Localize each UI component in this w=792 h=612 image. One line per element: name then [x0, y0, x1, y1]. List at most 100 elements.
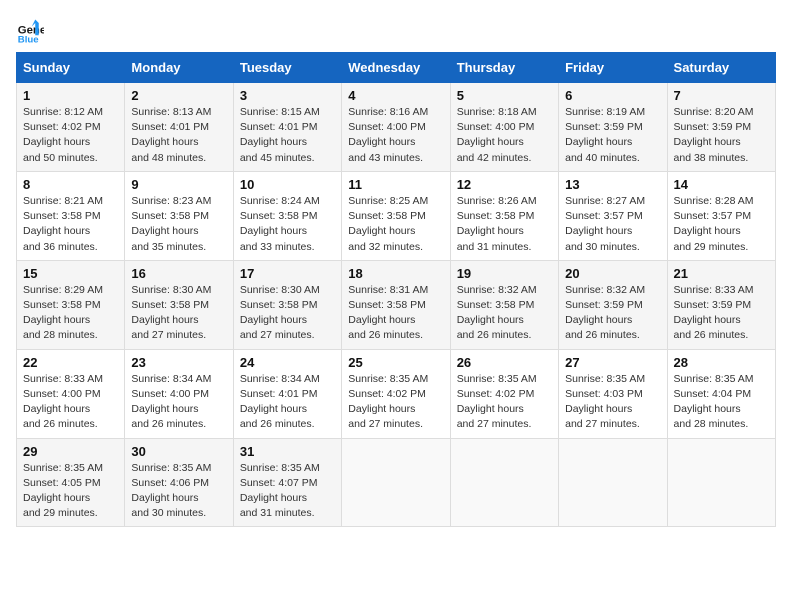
day-detail: Sunrise: 8:26 AM Sunset: 3:58 PM Dayligh…	[457, 194, 552, 255]
weekday-header-tuesday: Tuesday	[233, 53, 341, 83]
day-detail: Sunrise: 8:15 AM Sunset: 4:01 PM Dayligh…	[240, 105, 335, 166]
weekday-header-monday: Monday	[125, 53, 233, 83]
weekday-header-wednesday: Wednesday	[342, 53, 450, 83]
day-number: 15	[23, 266, 118, 281]
calendar-cell: 2 Sunrise: 8:13 AM Sunset: 4:01 PM Dayli…	[125, 83, 233, 172]
calendar-cell: 3 Sunrise: 8:15 AM Sunset: 4:01 PM Dayli…	[233, 83, 341, 172]
calendar-cell: 22 Sunrise: 8:33 AM Sunset: 4:00 PM Dayl…	[17, 349, 125, 438]
day-number: 14	[674, 177, 769, 192]
day-number: 16	[131, 266, 226, 281]
day-number: 6	[565, 88, 660, 103]
day-detail: Sunrise: 8:27 AM Sunset: 3:57 PM Dayligh…	[565, 194, 660, 255]
day-detail: Sunrise: 8:33 AM Sunset: 4:00 PM Dayligh…	[23, 372, 118, 433]
calendar-cell: 13 Sunrise: 8:27 AM Sunset: 3:57 PM Dayl…	[559, 171, 667, 260]
day-detail: Sunrise: 8:30 AM Sunset: 3:58 PM Dayligh…	[131, 283, 226, 344]
calendar-cell: 30 Sunrise: 8:35 AM Sunset: 4:06 PM Dayl…	[125, 438, 233, 527]
calendar-week-row: 29 Sunrise: 8:35 AM Sunset: 4:05 PM Dayl…	[17, 438, 776, 527]
page-header: Gene Blue	[16, 16, 776, 44]
calendar-cell: 23 Sunrise: 8:34 AM Sunset: 4:00 PM Dayl…	[125, 349, 233, 438]
calendar-week-row: 15 Sunrise: 8:29 AM Sunset: 3:58 PM Dayl…	[17, 260, 776, 349]
day-detail: Sunrise: 8:23 AM Sunset: 3:58 PM Dayligh…	[131, 194, 226, 255]
day-number: 19	[457, 266, 552, 281]
calendar-cell: 24 Sunrise: 8:34 AM Sunset: 4:01 PM Dayl…	[233, 349, 341, 438]
calendar-cell: 6 Sunrise: 8:19 AM Sunset: 3:59 PM Dayli…	[559, 83, 667, 172]
calendar-cell: 14 Sunrise: 8:28 AM Sunset: 3:57 PM Dayl…	[667, 171, 775, 260]
calendar-cell	[667, 438, 775, 527]
day-detail: Sunrise: 8:19 AM Sunset: 3:59 PM Dayligh…	[565, 105, 660, 166]
calendar-cell: 21 Sunrise: 8:33 AM Sunset: 3:59 PM Dayl…	[667, 260, 775, 349]
day-number: 7	[674, 88, 769, 103]
day-detail: Sunrise: 8:20 AM Sunset: 3:59 PM Dayligh…	[674, 105, 769, 166]
calendar-table: SundayMondayTuesdayWednesdayThursdayFrid…	[16, 52, 776, 527]
calendar-cell: 9 Sunrise: 8:23 AM Sunset: 3:58 PM Dayli…	[125, 171, 233, 260]
calendar-cell: 7 Sunrise: 8:20 AM Sunset: 3:59 PM Dayli…	[667, 83, 775, 172]
day-detail: Sunrise: 8:13 AM Sunset: 4:01 PM Dayligh…	[131, 105, 226, 166]
calendar-cell	[559, 438, 667, 527]
calendar-cell: 8 Sunrise: 8:21 AM Sunset: 3:58 PM Dayli…	[17, 171, 125, 260]
calendar-cell: 25 Sunrise: 8:35 AM Sunset: 4:02 PM Dayl…	[342, 349, 450, 438]
day-number: 9	[131, 177, 226, 192]
day-number: 26	[457, 355, 552, 370]
calendar-cell: 10 Sunrise: 8:24 AM Sunset: 3:58 PM Dayl…	[233, 171, 341, 260]
day-number: 31	[240, 444, 335, 459]
calendar-cell: 18 Sunrise: 8:31 AM Sunset: 3:58 PM Dayl…	[342, 260, 450, 349]
calendar-cell: 20 Sunrise: 8:32 AM Sunset: 3:59 PM Dayl…	[559, 260, 667, 349]
svg-text:Blue: Blue	[18, 34, 39, 44]
day-detail: Sunrise: 8:32 AM Sunset: 3:59 PM Dayligh…	[565, 283, 660, 344]
day-detail: Sunrise: 8:29 AM Sunset: 3:58 PM Dayligh…	[23, 283, 118, 344]
calendar-header-row: SundayMondayTuesdayWednesdayThursdayFrid…	[17, 53, 776, 83]
day-number: 8	[23, 177, 118, 192]
day-detail: Sunrise: 8:35 AM Sunset: 4:05 PM Dayligh…	[23, 461, 118, 522]
day-detail: Sunrise: 8:35 AM Sunset: 4:04 PM Dayligh…	[674, 372, 769, 433]
day-detail: Sunrise: 8:35 AM Sunset: 4:07 PM Dayligh…	[240, 461, 335, 522]
calendar-cell: 1 Sunrise: 8:12 AM Sunset: 4:02 PM Dayli…	[17, 83, 125, 172]
day-detail: Sunrise: 8:32 AM Sunset: 3:58 PM Dayligh…	[457, 283, 552, 344]
calendar-cell: 19 Sunrise: 8:32 AM Sunset: 3:58 PM Dayl…	[450, 260, 558, 349]
day-number: 13	[565, 177, 660, 192]
day-number: 25	[348, 355, 443, 370]
weekday-header-saturday: Saturday	[667, 53, 775, 83]
calendar-cell: 16 Sunrise: 8:30 AM Sunset: 3:58 PM Dayl…	[125, 260, 233, 349]
day-number: 21	[674, 266, 769, 281]
day-detail: Sunrise: 8:31 AM Sunset: 3:58 PM Dayligh…	[348, 283, 443, 344]
calendar-cell: 29 Sunrise: 8:35 AM Sunset: 4:05 PM Dayl…	[17, 438, 125, 527]
calendar-week-row: 8 Sunrise: 8:21 AM Sunset: 3:58 PM Dayli…	[17, 171, 776, 260]
weekday-header-sunday: Sunday	[17, 53, 125, 83]
calendar-cell	[450, 438, 558, 527]
day-number: 2	[131, 88, 226, 103]
calendar-cell: 27 Sunrise: 8:35 AM Sunset: 4:03 PM Dayl…	[559, 349, 667, 438]
day-number: 5	[457, 88, 552, 103]
day-number: 23	[131, 355, 226, 370]
day-detail: Sunrise: 8:35 AM Sunset: 4:02 PM Dayligh…	[348, 372, 443, 433]
day-number: 3	[240, 88, 335, 103]
day-number: 22	[23, 355, 118, 370]
calendar-cell: 26 Sunrise: 8:35 AM Sunset: 4:02 PM Dayl…	[450, 349, 558, 438]
day-number: 27	[565, 355, 660, 370]
calendar-cell: 17 Sunrise: 8:30 AM Sunset: 3:58 PM Dayl…	[233, 260, 341, 349]
day-detail: Sunrise: 8:35 AM Sunset: 4:02 PM Dayligh…	[457, 372, 552, 433]
calendar-cell: 5 Sunrise: 8:18 AM Sunset: 4:00 PM Dayli…	[450, 83, 558, 172]
weekday-header-friday: Friday	[559, 53, 667, 83]
day-detail: Sunrise: 8:16 AM Sunset: 4:00 PM Dayligh…	[348, 105, 443, 166]
day-number: 24	[240, 355, 335, 370]
day-number: 18	[348, 266, 443, 281]
weekday-header-thursday: Thursday	[450, 53, 558, 83]
calendar-week-row: 22 Sunrise: 8:33 AM Sunset: 4:00 PM Dayl…	[17, 349, 776, 438]
day-number: 11	[348, 177, 443, 192]
day-detail: Sunrise: 8:35 AM Sunset: 4:06 PM Dayligh…	[131, 461, 226, 522]
day-detail: Sunrise: 8:21 AM Sunset: 3:58 PM Dayligh…	[23, 194, 118, 255]
day-number: 28	[674, 355, 769, 370]
day-detail: Sunrise: 8:30 AM Sunset: 3:58 PM Dayligh…	[240, 283, 335, 344]
logo-icon: Gene Blue	[16, 16, 44, 44]
calendar-cell	[342, 438, 450, 527]
day-detail: Sunrise: 8:25 AM Sunset: 3:58 PM Dayligh…	[348, 194, 443, 255]
calendar-cell: 12 Sunrise: 8:26 AM Sunset: 3:58 PM Dayl…	[450, 171, 558, 260]
calendar-cell: 15 Sunrise: 8:29 AM Sunset: 3:58 PM Dayl…	[17, 260, 125, 349]
day-number: 17	[240, 266, 335, 281]
day-detail: Sunrise: 8:18 AM Sunset: 4:00 PM Dayligh…	[457, 105, 552, 166]
logo: Gene Blue	[16, 16, 48, 44]
day-number: 4	[348, 88, 443, 103]
day-number: 20	[565, 266, 660, 281]
calendar-cell: 4 Sunrise: 8:16 AM Sunset: 4:00 PM Dayli…	[342, 83, 450, 172]
day-detail: Sunrise: 8:35 AM Sunset: 4:03 PM Dayligh…	[565, 372, 660, 433]
